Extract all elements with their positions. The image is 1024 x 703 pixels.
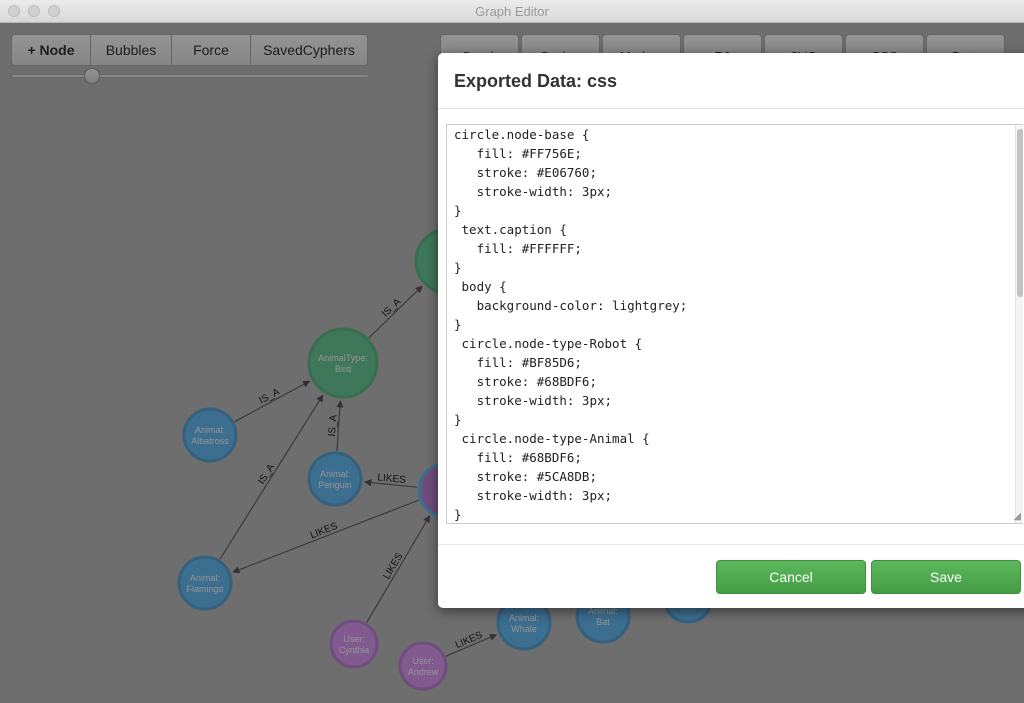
export-content[interactable]: circle.node-base { fill: #FF756E; stroke… xyxy=(447,125,687,523)
resize-handle-icon[interactable]: ◢ xyxy=(1013,511,1021,522)
modal-title: Exported Data: css xyxy=(454,71,618,91)
export-modal: Exported Data: css circle.node-base { fi… xyxy=(438,53,1024,608)
modal-footer: Cancel Save xyxy=(438,544,1024,609)
modal-header: Exported Data: css xyxy=(438,53,1024,109)
save-button[interactable]: Save xyxy=(871,560,1021,594)
textarea-scrollbar[interactable] xyxy=(1015,125,1023,523)
app-window: Graph Editor IS_A IS_A IS_A IS_A LIKES LIKES L… xyxy=(0,0,1024,703)
scrollbar-thumb[interactable] xyxy=(1017,129,1023,297)
export-textarea[interactable]: circle.node-base { fill: #FF756E; stroke… xyxy=(446,124,1023,524)
cancel-button[interactable]: Cancel xyxy=(716,560,866,594)
